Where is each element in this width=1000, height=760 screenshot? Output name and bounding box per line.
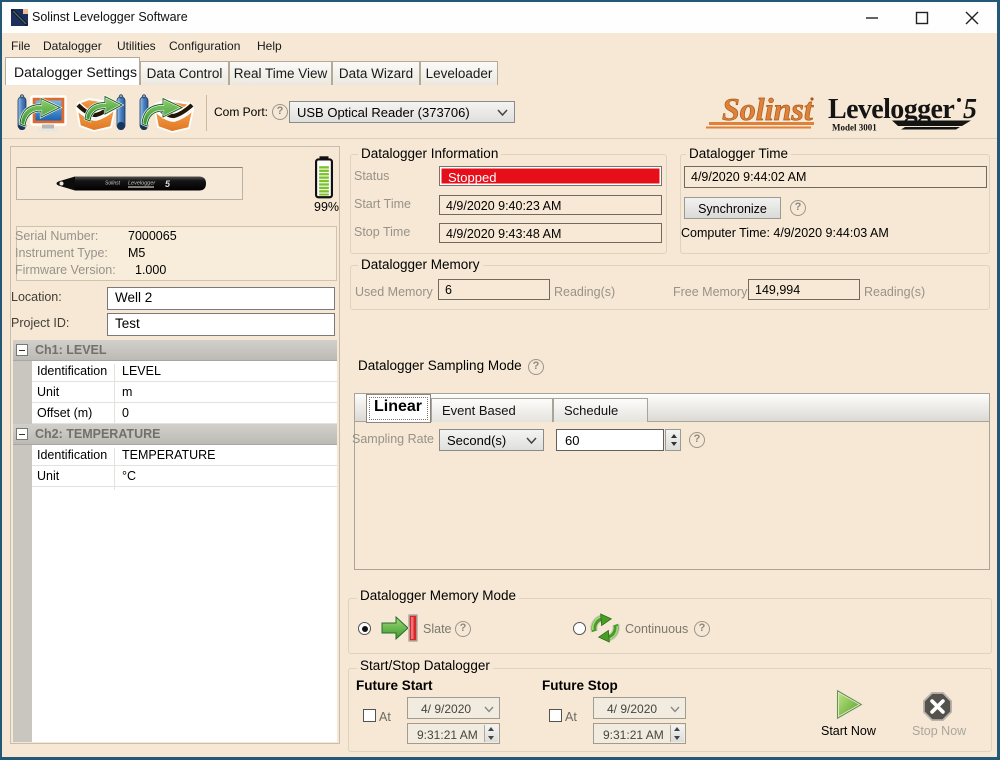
svg-text:5: 5: [963, 94, 977, 125]
svg-text:Levelogger: Levelogger: [128, 181, 156, 187]
svg-text:Levelogger: Levelogger: [828, 94, 954, 125]
svg-text:Solinst: Solinst: [105, 181, 121, 187]
svg-text:Solinst: Solinst: [722, 92, 814, 127]
svg-text:Model 3001: Model 3001: [832, 123, 877, 133]
